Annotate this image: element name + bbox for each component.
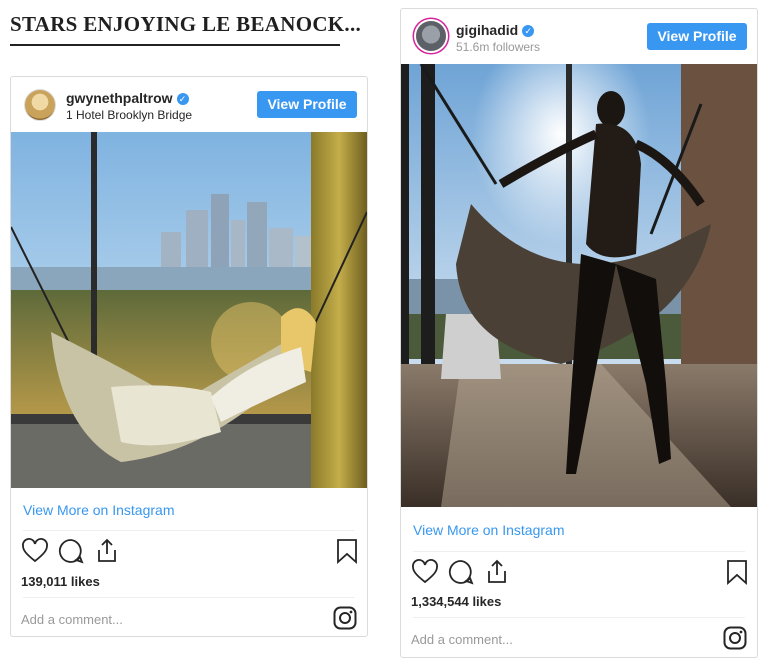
view-more-link[interactable]: View More on Instagram: [413, 522, 564, 538]
comment-icon[interactable]: [447, 558, 475, 586]
view-profile-button[interactable]: View Profile: [647, 23, 747, 50]
view-profile-button[interactable]: View Profile: [257, 91, 357, 118]
username-row[interactable]: gwynethpaltrow ✓: [66, 90, 189, 106]
followers-count: 51.6m followers: [456, 40, 541, 54]
post-header: gwynethpaltrow ✓ 1 Hotel Brooklyn Bridge …: [11, 77, 367, 133]
heart-icon[interactable]: [21, 537, 49, 565]
username-row[interactable]: gigihadid ✓: [456, 22, 535, 38]
likes-count: 139,011 likes: [21, 574, 100, 589]
location-link[interactable]: 1 Hotel Brooklyn Bridge: [66, 108, 192, 122]
post-header: gigihadid ✓ 51.6m followers View Profile: [401, 9, 757, 65]
action-bar: [11, 537, 367, 567]
page-headline: STARS ENJOYING LE BEANOCK...: [10, 12, 362, 36]
comment-input[interactable]: Add a comment...: [411, 632, 513, 647]
username[interactable]: gigihadid: [456, 22, 518, 38]
verified-badge-icon: ✓: [522, 25, 535, 37]
verified-badge-icon: ✓: [176, 93, 189, 105]
username[interactable]: gwynethpaltrow: [66, 90, 173, 106]
comment-icon[interactable]: [57, 537, 85, 565]
divider: [23, 597, 355, 598]
bookmark-icon[interactable]: [333, 537, 361, 565]
share-icon[interactable]: [483, 558, 511, 586]
view-more-link[interactable]: View More on Instagram: [23, 502, 174, 518]
heart-icon[interactable]: [411, 558, 439, 586]
headline-underline: [10, 44, 340, 46]
avatar[interactable]: [416, 21, 446, 51]
likes-count: 1,334,544 likes: [411, 594, 502, 609]
instagram-embed-card: gigihadid ✓ 51.6m followers View Profile: [400, 8, 758, 658]
share-icon[interactable]: [93, 537, 121, 565]
post-image[interactable]: [401, 64, 757, 507]
instagram-icon[interactable]: [723, 626, 747, 650]
divider: [413, 551, 745, 552]
avatar[interactable]: [24, 89, 56, 121]
post-image[interactable]: [11, 132, 367, 488]
divider: [413, 617, 745, 618]
instagram-icon[interactable]: [333, 606, 357, 630]
action-bar: [401, 558, 757, 588]
bookmark-icon[interactable]: [723, 558, 751, 586]
divider: [23, 530, 355, 531]
instagram-embed-card: gwynethpaltrow ✓ 1 Hotel Brooklyn Bridge …: [10, 76, 368, 637]
comment-input[interactable]: Add a comment...: [21, 612, 123, 627]
